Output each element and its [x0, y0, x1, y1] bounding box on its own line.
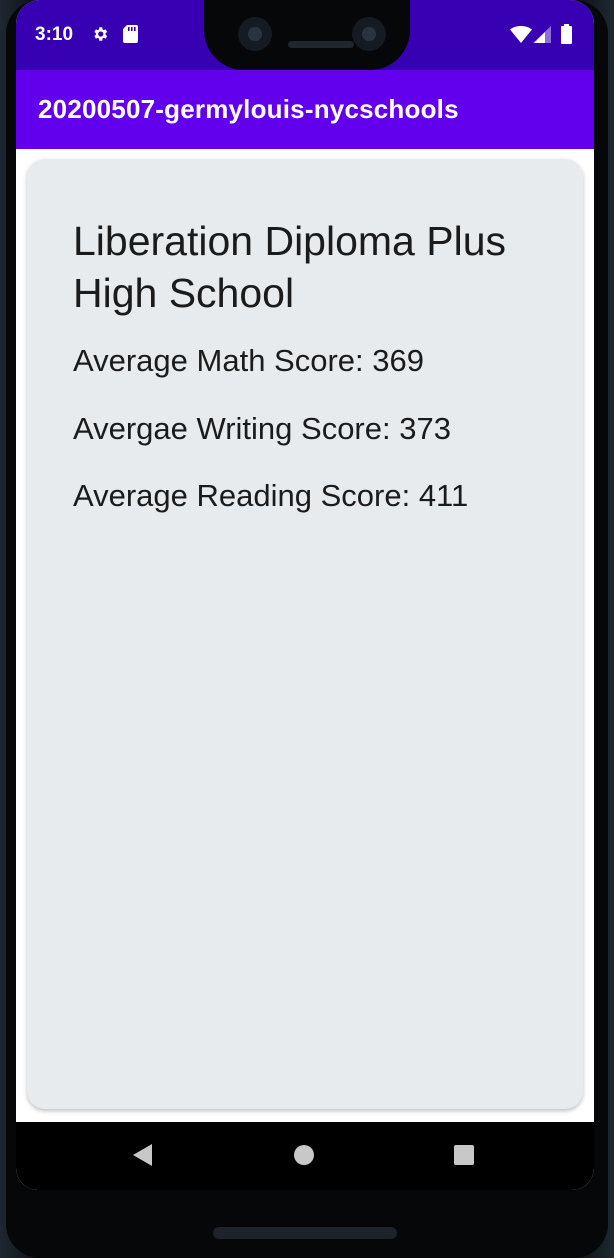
reading-score: Average Reading Score: 411: [73, 478, 469, 513]
app-bar: 20200507-germylouis-nycschools: [16, 70, 594, 149]
front-camera-right: [352, 17, 386, 51]
status-bar: 3:10: [16, 0, 594, 70]
school-detail-card: Liberation Diploma Plus High School Aver…: [27, 159, 583, 1109]
app-title: 20200507-germylouis-nycschools: [38, 94, 459, 124]
back-icon[interactable]: [133, 1144, 152, 1166]
content-area: Liberation Diploma Plus High School Aver…: [16, 149, 594, 1122]
home-icon[interactable]: [294, 1145, 314, 1165]
school-name: Liberation Diploma Plus High School: [73, 218, 507, 316]
gear-icon: [91, 25, 109, 48]
camera-notch: [204, 0, 410, 70]
phone-frame: 3:10 20200507-germylouis-nycschools Libe…: [0, 0, 614, 1258]
front-camera-left: [238, 17, 272, 51]
wifi-icon: [510, 26, 532, 48]
writing-score: Avergae Writing Score: 373: [73, 411, 451, 446]
battery-icon: [561, 24, 572, 49]
earpiece-speaker: [288, 41, 354, 48]
bottom-speaker-grille: [213, 1227, 397, 1239]
screen: 3:10 20200507-germylouis-nycschools Libe…: [16, 0, 594, 1190]
sd-card-icon: [123, 25, 138, 48]
navigation-bar: [16, 1122, 594, 1190]
recents-icon[interactable]: [454, 1145, 474, 1165]
status-time: 3:10: [35, 24, 74, 45]
signal-icon: [533, 26, 551, 48]
math-score: Average Math Score: 369: [73, 343, 424, 378]
